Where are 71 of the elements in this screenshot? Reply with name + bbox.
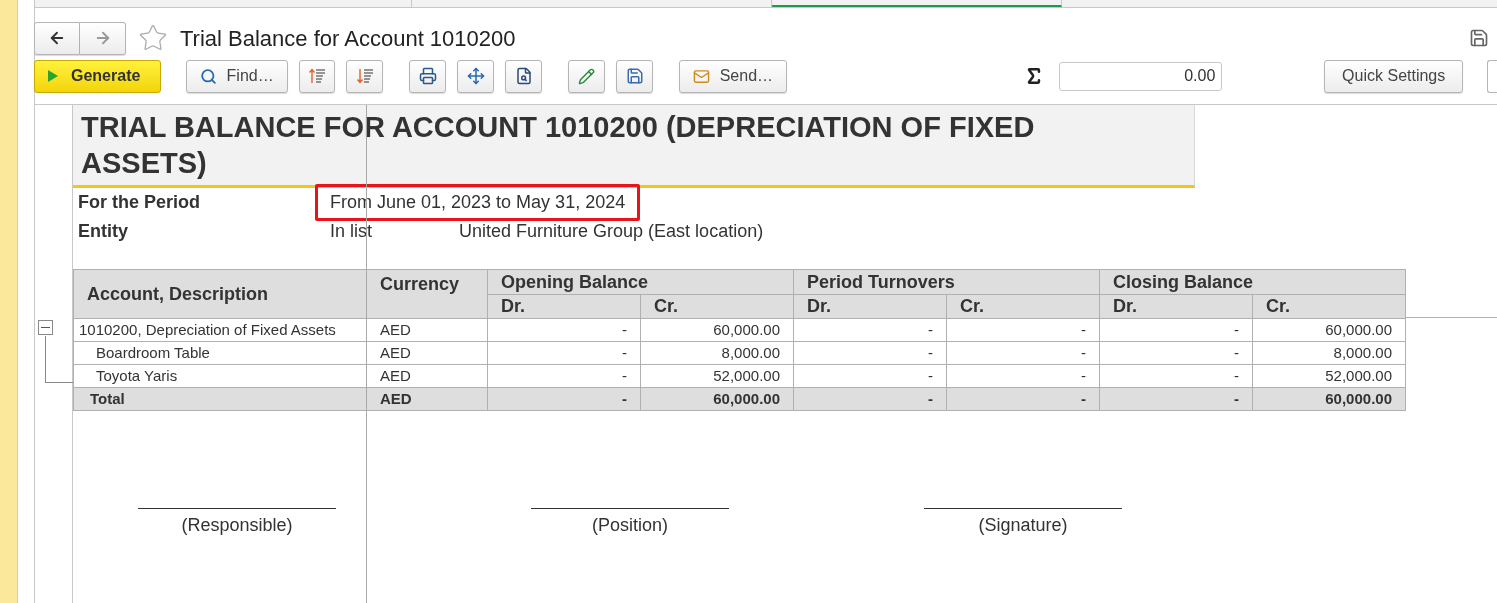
total-amount-cell: -	[488, 388, 641, 411]
signature-caption: (Position)	[592, 514, 668, 537]
tree-line	[45, 336, 73, 383]
column-header: Dr.	[1100, 295, 1253, 319]
favorite-star-icon[interactable]	[138, 23, 168, 53]
amount-cell: 60,000.00	[641, 319, 794, 342]
find-button[interactable]: Find…	[185, 59, 288, 93]
account-cell: 1010200, Depreciation of Fixed Assets	[74, 319, 367, 342]
edit-button[interactable]	[568, 59, 606, 93]
column-group-header: Opening Balance	[488, 270, 794, 295]
back-button[interactable]	[34, 21, 80, 55]
printer-icon	[418, 67, 437, 85]
account-cell: Boardroom Table	[74, 342, 367, 365]
amount-cell: -	[947, 342, 1100, 365]
search-icon	[199, 67, 217, 85]
amount-cell: -	[794, 319, 947, 342]
sum-field[interactable]: 0.00	[1058, 61, 1223, 91]
column-header: Cr.	[1253, 295, 1406, 319]
report-title: TRIAL BALANCE FOR ACCOUNT 1010200 (DEPRECIATION OF FIXED ASSETS)	[81, 110, 1036, 181]
collapse-toggle[interactable]	[38, 320, 53, 335]
column-header: Cr.	[641, 295, 794, 319]
total-label-cell: Total	[74, 388, 367, 411]
sort-descending-icon	[355, 67, 374, 85]
envelope-icon	[692, 67, 710, 85]
amount-cell: -	[488, 342, 641, 365]
amount-cell: 8,000.00	[1253, 342, 1406, 365]
document-search-icon	[514, 67, 533, 85]
quick-settings-button[interactable]: Quick Settings	[1324, 59, 1464, 93]
play-icon	[47, 69, 59, 83]
generate-button[interactable]: Generate	[34, 59, 161, 93]
preview-button[interactable]	[505, 59, 543, 93]
send-button[interactable]: Send…	[679, 59, 787, 93]
sort-descending-button[interactable]	[346, 59, 384, 93]
print-button[interactable]	[409, 59, 447, 93]
save-button[interactable]	[616, 59, 653, 93]
move-arrows-icon	[466, 67, 485, 85]
amount-cell: -	[488, 319, 641, 342]
column-group-header: Closing Balance	[1100, 270, 1406, 295]
amount-cell: 8,000.00	[641, 342, 794, 365]
save-icon[interactable]	[1469, 28, 1489, 48]
signature-caption: (Signature)	[978, 514, 1068, 537]
column-header: Dr.	[794, 295, 947, 319]
parameter-label: For the Period	[77, 191, 201, 214]
window-title: Trial Balance for Account 1010200	[180, 24, 516, 53]
amount-cell: -	[794, 342, 947, 365]
total-amount-cell: 60,000.00	[641, 388, 794, 411]
currency-cell: AED	[367, 319, 488, 342]
amount-cell: -	[1100, 342, 1253, 365]
total-amount-cell: 60,000.00	[1253, 388, 1406, 411]
column-header: Currency	[367, 270, 488, 319]
parameter-label: Entity	[77, 220, 129, 243]
parameter-value: In list	[329, 220, 373, 243]
currency-cell: AED	[367, 342, 488, 365]
amount-cell: 60,000.00	[1253, 319, 1406, 342]
sort-ascending-icon	[308, 67, 326, 85]
total-amount-cell: -	[1100, 388, 1253, 411]
total-amount-cell: -	[794, 388, 947, 411]
column-header: Cr.	[947, 295, 1100, 319]
column-group-header: Period Turnovers	[794, 270, 1100, 295]
amount-cell: -	[1100, 319, 1253, 342]
amount-cell: -	[947, 319, 1100, 342]
move-button[interactable]	[457, 59, 495, 93]
signature-caption: (Responsible)	[181, 514, 293, 537]
parameter-value: United Furniture Group (East location)	[459, 220, 764, 243]
currency-cell: AED	[367, 388, 488, 411]
total-amount-cell: -	[947, 388, 1100, 411]
column-header: Dr.	[488, 295, 641, 319]
column-header: Account, Description	[74, 270, 367, 319]
pencil-icon	[578, 67, 596, 85]
sort-ascending-button[interactable]	[298, 59, 336, 93]
parameter-value: From June 01, 2023 to May 31, 2024	[315, 184, 641, 221]
